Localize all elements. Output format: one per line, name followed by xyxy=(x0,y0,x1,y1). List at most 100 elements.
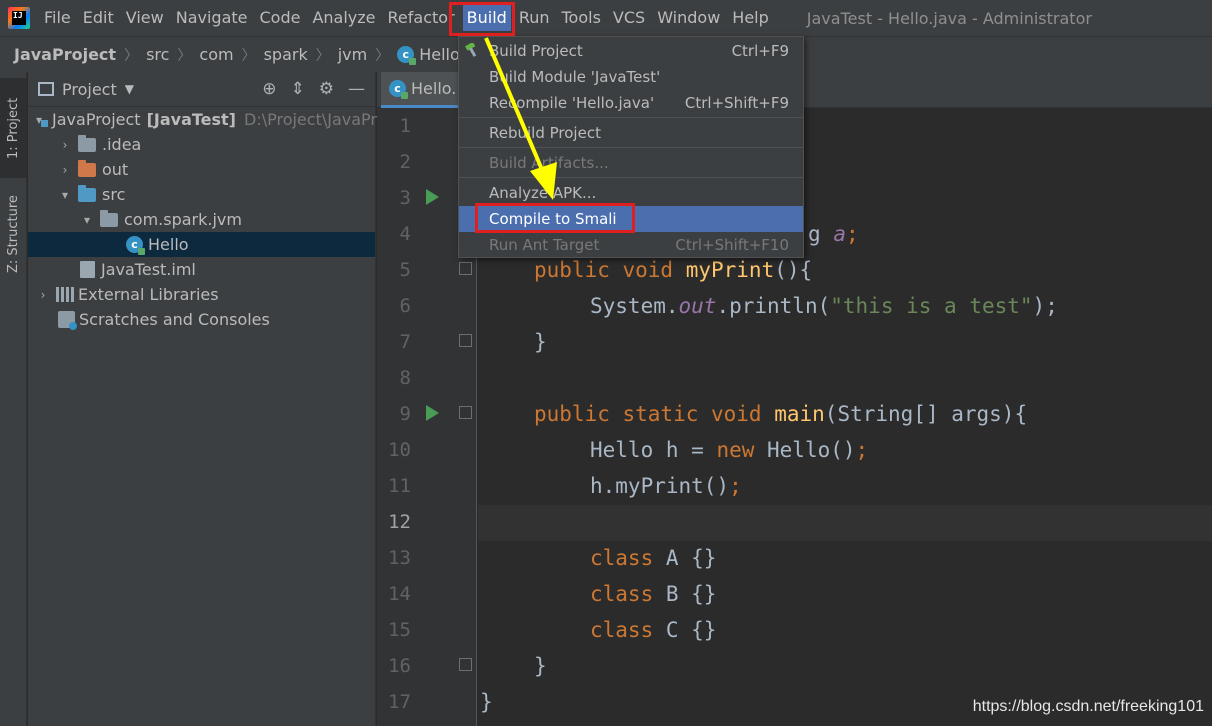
editor-tab-hello[interactable]: c Hello. xyxy=(381,72,465,108)
line-number: 2 xyxy=(399,151,411,173)
code-line-6: System.out.println("this is a test"); xyxy=(590,294,1058,318)
menu-refactor[interactable]: Refactor xyxy=(382,0,461,36)
line-number: 5 xyxy=(399,259,411,281)
chevron-right-icon: 〉 xyxy=(315,47,330,64)
code-line-14: class B {} xyxy=(590,582,717,606)
chevron-right-icon[interactable]: › xyxy=(58,138,72,152)
fold-icon[interactable] xyxy=(459,262,472,275)
project-tool-tab[interactable]: 1: Project xyxy=(0,78,27,178)
menu-edit[interactable]: Edit xyxy=(77,0,120,36)
breadcrumb-src[interactable]: src xyxy=(146,45,169,64)
menu-help[interactable]: Help xyxy=(726,0,774,36)
tree-item-package[interactable]: ▾ com.spark.jvm xyxy=(28,207,375,232)
tree-item-javaproject[interactable]: ▾ JavaProject [JavaTest] D:\Project\Java… xyxy=(28,107,377,132)
tree-label-path: D:\Project\JavaPr xyxy=(244,110,377,129)
menu-item-build-module[interactable]: Build Module 'JavaTest' xyxy=(459,64,803,90)
breadcrumb-jvm[interactable]: jvm xyxy=(338,45,368,64)
tree-label: out xyxy=(102,160,129,179)
menu-item-run-ant-target: Run Ant Target Ctrl+Shift+F10 xyxy=(459,232,803,258)
tree-label: Scratches and Consoles xyxy=(79,310,270,329)
menu-item-rebuild-project[interactable]: Rebuild Project xyxy=(459,120,803,146)
tree-label: src xyxy=(102,185,126,204)
tree-label: JavaTest.iml xyxy=(101,260,196,279)
code-line-15: class C {} xyxy=(590,618,717,642)
menu-window[interactable]: Window xyxy=(651,0,726,36)
tree-item-src[interactable]: ▾ src xyxy=(28,182,375,207)
menu-file[interactable]: File xyxy=(38,0,77,36)
menu-tools[interactable]: Tools xyxy=(556,0,607,36)
code-line-13: class A {} xyxy=(590,546,717,570)
locate-icon[interactable]: ⊕ xyxy=(262,79,276,99)
menu-code[interactable]: Code xyxy=(254,0,307,36)
line-number: 10 xyxy=(388,439,411,461)
menu-build[interactable]: Build xyxy=(462,5,511,31)
menu-item-label: Analyze APK... xyxy=(489,184,597,202)
collapse-all-icon[interactable]: ⇕ xyxy=(291,79,305,99)
menu-item-recompile[interactable]: Recompile 'Hello.java' Ctrl+Shift+F9 xyxy=(459,90,803,116)
tree-label: Hello xyxy=(148,235,189,254)
menu-item-analyze-apk[interactable]: Analyze APK... xyxy=(459,180,803,206)
breadcrumb-spark[interactable]: spark xyxy=(264,45,308,64)
scratches-icon xyxy=(58,311,77,330)
line-number: 3 xyxy=(399,187,411,209)
excluded-folder-icon xyxy=(78,159,96,177)
line-number: 14 xyxy=(388,583,411,605)
iml-file-icon xyxy=(80,261,95,278)
menu-item-label: Rebuild Project xyxy=(489,124,601,142)
menu-item-build-artifacts: Build Artifacts... xyxy=(459,150,803,176)
tree-item-hello[interactable]: c Hello xyxy=(28,232,375,257)
line-number: 8 xyxy=(399,367,411,389)
dropdown-arrow-icon[interactable]: ▼ xyxy=(125,82,134,96)
chevron-right-icon[interactable]: › xyxy=(58,163,72,177)
panel-actions: ⊕ ⇕ ⚙ — xyxy=(262,79,375,99)
current-line-highlight xyxy=(478,505,1212,541)
run-class-icon[interactable] xyxy=(426,189,439,205)
tree-item-external-libraries[interactable]: › External Libraries xyxy=(28,282,375,307)
menu-bar: IJ File Edit View Navigate Code Analyze … xyxy=(0,0,1212,36)
code-line-9: public static void main(String[] args){ xyxy=(534,402,1028,426)
tree-item-out[interactable]: › out xyxy=(28,157,375,182)
line-number: 15 xyxy=(388,619,411,641)
breadcrumb-hello[interactable]: c Hello xyxy=(397,45,460,65)
fold-icon[interactable] xyxy=(459,334,472,347)
menu-item-label: Build Module 'JavaTest' xyxy=(489,68,661,86)
run-main-icon[interactable] xyxy=(426,405,439,421)
menu-analyze[interactable]: Analyze xyxy=(306,0,381,36)
menu-item-label: Build Project xyxy=(489,42,583,60)
watermark: https://blog.csdn.net/freeking101 xyxy=(972,698,1204,715)
menu-vcs[interactable]: VCS xyxy=(607,0,651,36)
code-line-11: h.myPrint(); xyxy=(590,474,742,498)
minimize-icon[interactable]: — xyxy=(348,79,365,99)
fold-icon[interactable] xyxy=(459,406,472,419)
menu-item-shortcut: Ctrl+Shift+F10 xyxy=(675,236,789,254)
tree-item-scratches[interactable]: Scratches and Consoles xyxy=(28,307,375,332)
gear-icon[interactable]: ⚙ xyxy=(319,79,334,99)
structure-tool-tab[interactable]: Z: Structure xyxy=(0,184,27,284)
menu-item-build-project[interactable]: Build Project Ctrl+F9 xyxy=(459,38,803,64)
menu-separator xyxy=(459,177,803,178)
breadcrumb-com[interactable]: com xyxy=(199,45,233,64)
tree-item-idea[interactable]: › .idea xyxy=(28,132,375,157)
breadcrumb-javaproject[interactable]: JavaProject xyxy=(14,45,116,64)
menu-view[interactable]: View xyxy=(120,0,170,36)
menu-navigate[interactable]: Navigate xyxy=(170,0,254,36)
menu-item-label: Compile to Smali xyxy=(489,210,617,228)
folder-icon xyxy=(78,134,96,152)
line-number: 9 xyxy=(399,403,411,425)
library-icon xyxy=(56,287,74,302)
tree-label: JavaProject xyxy=(52,110,141,129)
class-icon: c xyxy=(389,80,408,99)
project-panel-title[interactable]: Project xyxy=(62,80,117,99)
menu-run[interactable]: Run xyxy=(513,0,556,36)
tree-label: External Libraries xyxy=(78,285,219,304)
menu-item-compile-to-smali[interactable]: Compile to Smali xyxy=(459,206,803,232)
structure-tool-tab-label: Z: Structure xyxy=(6,195,21,273)
chevron-down-icon[interactable]: ▾ xyxy=(80,213,94,227)
menu-item-label: Run Ant Target xyxy=(489,236,600,254)
editor-tab-label: Hello. xyxy=(411,79,457,98)
left-tool-strip: 1: Project Z: Structure xyxy=(0,72,27,726)
chevron-down-icon[interactable]: ▾ xyxy=(58,188,72,202)
chevron-right-icon[interactable]: › xyxy=(36,288,50,302)
fold-icon[interactable] xyxy=(459,658,472,671)
tree-item-iml[interactable]: JavaTest.iml xyxy=(28,257,375,282)
